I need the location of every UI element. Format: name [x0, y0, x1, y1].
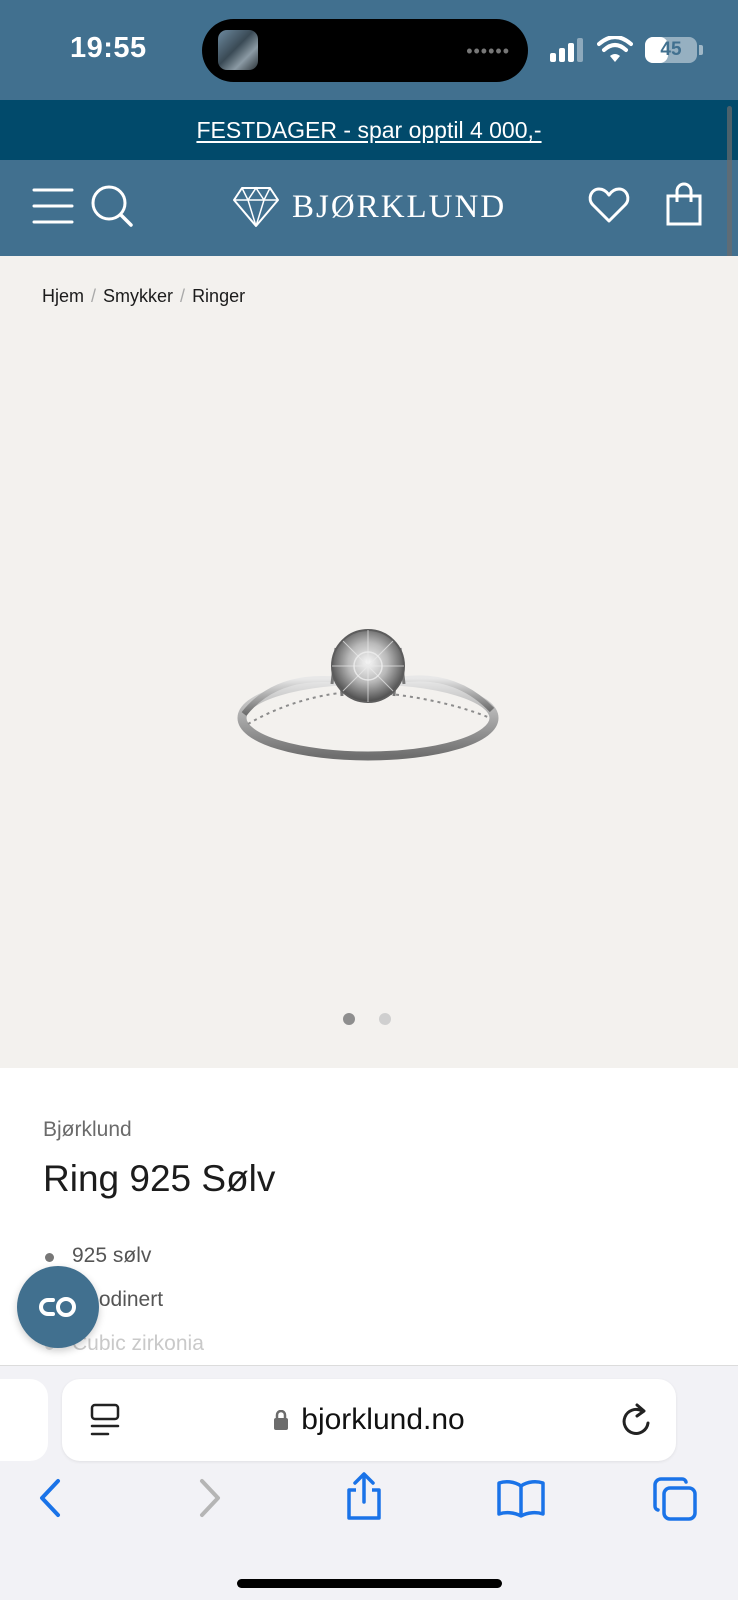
breadcrumb-item-ringer: Ringer: [192, 286, 246, 306]
status-time: 19:55: [70, 32, 147, 64]
chat-link-icon: [39, 1297, 76, 1317]
breadcrumb-item-hjem[interactable]: Hjem: [42, 286, 84, 306]
browser-toolbar: [0, 1472, 738, 1538]
product-brand[interactable]: Bjørklund: [43, 1118, 132, 1142]
back-icon[interactable]: [38, 1478, 62, 1518]
url-text: bjorklund.no: [301, 1403, 465, 1436]
previous-tab-preview[interactable]: [0, 1379, 48, 1461]
search-icon[interactable]: [90, 184, 134, 228]
breadcrumb-separator: /: [180, 286, 186, 306]
site-logo[interactable]: BJØRKLUND: [232, 186, 506, 228]
forward-icon[interactable]: [198, 1478, 222, 1518]
status-bar: 19:55 •••••• 45: [0, 0, 738, 100]
product-image-gallery[interactable]: [0, 328, 738, 1068]
logo-text: BJØRKLUND: [292, 188, 507, 225]
site-header: BJØRKLUND: [0, 160, 738, 256]
dynamic-island[interactable]: ••••••: [202, 19, 528, 82]
promo-link[interactable]: FESTDAGER - spar opptil 4 000,-: [196, 117, 541, 144]
breadcrumb-separator: /: [91, 286, 97, 306]
wifi-icon: [597, 36, 633, 62]
battery-nub: [699, 45, 703, 55]
island-activity-dots: ••••••: [466, 41, 510, 61]
gallery-dot-2[interactable]: [379, 1013, 391, 1025]
menu-icon[interactable]: [32, 186, 74, 226]
breadcrumb-item-smykker[interactable]: Smykker: [103, 286, 173, 306]
chat-button[interactable]: [17, 1266, 99, 1348]
lock-icon: [274, 1410, 289, 1430]
url-display[interactable]: bjorklund.no: [62, 1403, 676, 1437]
promo-banner: FESTDAGER - spar opptil 4 000,-: [0, 100, 738, 160]
product-title: Ring 925 Sølv: [43, 1158, 276, 1199]
diamond-logo-icon: [233, 186, 279, 227]
breadcrumb: Hjem / Smykker / Ringer: [0, 256, 738, 328]
reload-icon[interactable]: [620, 1403, 654, 1439]
battery-icon: 45: [645, 37, 697, 63]
tabs-icon[interactable]: [652, 1476, 698, 1522]
gallery-pagination: [343, 1013, 391, 1025]
share-icon[interactable]: [344, 1472, 384, 1522]
browser-bottom-bar: bjorklund.no: [0, 1365, 738, 1600]
address-bar[interactable]: bjorklund.no: [62, 1379, 676, 1461]
gallery-dot-1[interactable]: [343, 1013, 355, 1025]
shopping-bag-icon[interactable]: [666, 182, 702, 226]
product-image-ring[interactable]: [232, 618, 504, 768]
battery-percentage: 45: [660, 39, 682, 60]
heart-icon[interactable]: [588, 186, 630, 224]
home-indicator[interactable]: [237, 1579, 502, 1588]
product-info: Bjørklund Ring 925 Sølv 925 sølv Rhodine…: [0, 1068, 738, 1368]
now-playing-thumbnail[interactable]: [218, 30, 258, 70]
cellular-signal-icon: [550, 38, 588, 62]
bookmarks-icon[interactable]: [496, 1478, 546, 1518]
